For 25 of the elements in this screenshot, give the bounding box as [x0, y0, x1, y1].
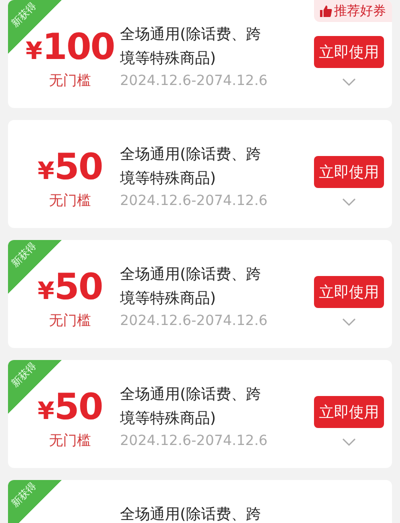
validity-dates: 2024.12.6-2074.12.6	[120, 73, 269, 89]
recommended-tag: 推荐好券	[314, 0, 392, 22]
coupon-title: 全场通用(除话费、跨境等特殊商品)	[120, 24, 262, 69]
coupon-title: 全场通用(除话费、跨	[120, 504, 262, 523]
validity-dates: 2024.12.6-2074.12.6	[120, 193, 269, 209]
coupon-title: 全场通用(除话费、跨境等特殊商品)	[120, 144, 262, 189]
thumbs-up-icon	[320, 5, 332, 17]
coupon-title: 全场通用(除话费、跨境等特殊商品)	[120, 384, 262, 429]
threshold-label: 无门槛	[49, 312, 91, 330]
new-ribbon: 新获得	[8, 480, 62, 523]
chevron-down-icon[interactable]	[342, 198, 356, 206]
threshold-label: 无门槛	[49, 432, 91, 450]
use-now-button[interactable]: 立即使用	[314, 36, 384, 68]
coupon-title: 全场通用(除话费、跨境等特殊商品)	[120, 264, 262, 309]
validity-dates: 2024.12.6-2074.12.6	[120, 313, 269, 329]
use-now-button[interactable]: 立即使用	[314, 396, 384, 428]
coupon-amount: ¥50	[38, 150, 102, 186]
threshold-label: 无门槛	[49, 72, 91, 90]
chevron-down-icon[interactable]	[342, 318, 356, 326]
chevron-down-icon[interactable]	[342, 78, 356, 86]
use-now-button[interactable]: 立即使用	[314, 156, 384, 188]
validity-dates: 2024.12.6-2074.12.6	[120, 433, 269, 449]
threshold-label: 无门槛	[49, 192, 91, 210]
chevron-down-icon[interactable]	[342, 438, 356, 446]
use-now-button[interactable]: 立即使用	[314, 276, 384, 308]
